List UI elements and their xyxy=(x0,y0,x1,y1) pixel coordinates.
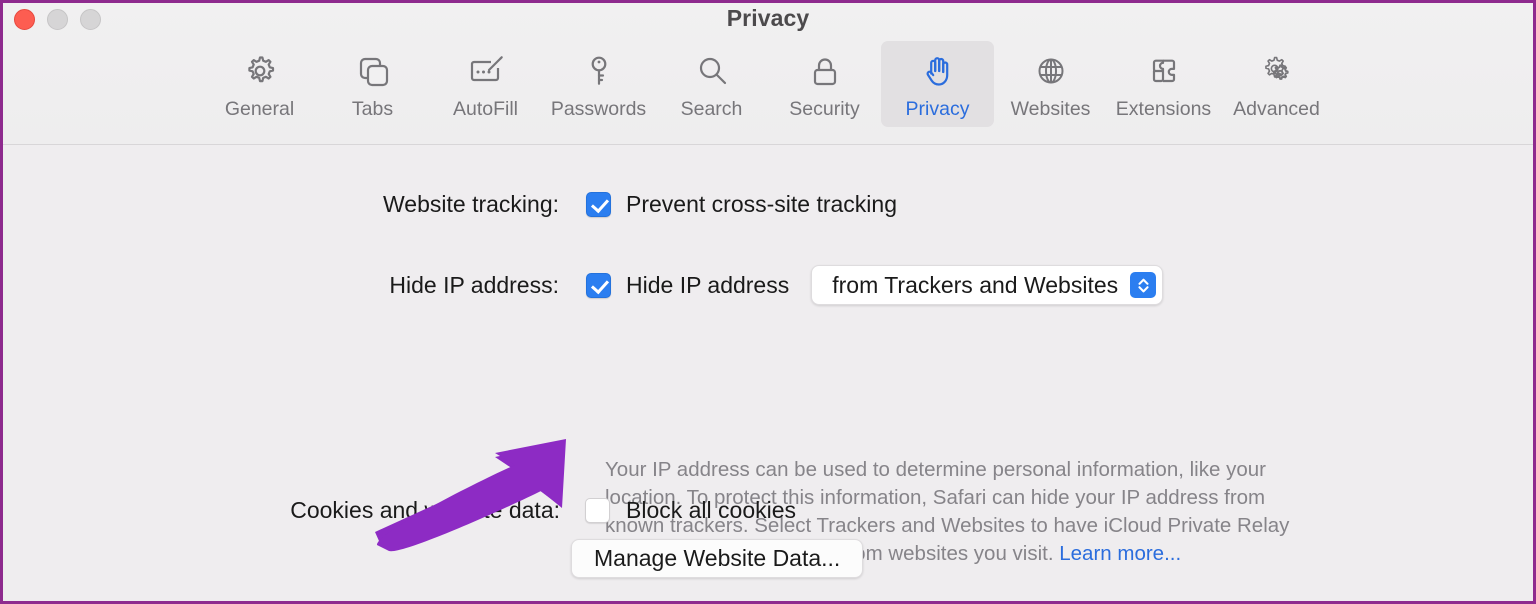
autofill-icon xyxy=(465,50,507,92)
toolbar-item-label: Extensions xyxy=(1115,98,1212,120)
website-tracking-label: Website tracking: xyxy=(383,191,559,217)
toolbar-item-label: Websites xyxy=(1010,98,1091,120)
toolbar-item-advanced[interactable]: Advanced xyxy=(1220,41,1333,127)
window-title: Privacy xyxy=(726,5,810,31)
manage-website-data-button[interactable]: Manage Website Data... xyxy=(571,539,864,578)
window-titlebar: Privacy General Tabs AutoFill Passwords … xyxy=(3,3,1533,145)
toolbar-item-label: Privacy xyxy=(905,98,970,120)
toolbar-item-label: Security xyxy=(789,98,860,120)
chevron-up-down-icon xyxy=(1130,272,1157,298)
toolbar-item-privacy[interactable]: Privacy xyxy=(881,41,994,127)
toolbar-item-label: Search xyxy=(680,98,743,120)
key-icon xyxy=(578,50,620,92)
hide-ip-checkbox[interactable] xyxy=(586,272,611,298)
gears-icon xyxy=(1256,50,1298,92)
website-tracking-row: Website tracking: Prevent cross-site tra… xyxy=(343,191,897,218)
prevent-cross-site-tracking-label[interactable]: Prevent cross-site tracking xyxy=(626,191,897,218)
hide-ip-address-label: Hide IP address: xyxy=(389,271,559,298)
manage-website-data-row: Manage Website Data... xyxy=(571,539,864,578)
block-all-cookies-label[interactable]: Block all cookies xyxy=(626,497,796,524)
magnifier-icon xyxy=(691,50,733,92)
toolbar-item-label: Tabs xyxy=(351,98,394,120)
toolbar-item-label: General xyxy=(224,98,295,120)
globe-icon xyxy=(1030,50,1072,92)
block-all-cookies-checkbox[interactable] xyxy=(585,498,610,523)
tabs-icon xyxy=(352,50,394,92)
hide-ip-address-row: Hide IP address: Hide IP address from Tr… xyxy=(355,265,1164,305)
prevent-cross-site-tracking-checkbox[interactable] xyxy=(586,192,611,217)
toolbar-item-passwords[interactable]: Passwords xyxy=(542,41,655,127)
toolbar-item-label: AutoFill xyxy=(452,98,519,120)
annotation-arrow xyxy=(375,439,566,552)
hide-ip-checkbox-label[interactable]: Hide IP address xyxy=(626,272,789,299)
preferences-toolbar: General Tabs AutoFill Passwords Search S… xyxy=(3,41,1533,127)
puzzle-icon xyxy=(1143,50,1185,92)
preferences-window: Privacy General Tabs AutoFill Passwords … xyxy=(0,0,1536,604)
toolbar-item-label: Advanced xyxy=(1233,98,1320,120)
toolbar-item-tabs[interactable]: Tabs xyxy=(316,41,429,127)
learn-more-link[interactable]: Learn more... xyxy=(1059,542,1181,565)
hide-ip-scope-popup-button[interactable]: from Trackers and Websites xyxy=(811,265,1164,305)
toolbar-item-security[interactable]: Security xyxy=(768,41,881,127)
toolbar-item-label: Passwords xyxy=(550,98,647,120)
toolbar-item-extensions[interactable]: Extensions xyxy=(1107,41,1220,127)
toolbar-item-autofill[interactable]: AutoFill xyxy=(429,41,542,127)
cookies-row: Cookies and website data: Block all cook… xyxy=(236,497,796,524)
hand-icon xyxy=(917,50,959,92)
toolbar-item-search[interactable]: Search xyxy=(655,41,768,127)
toolbar-item-websites[interactable]: Websites xyxy=(994,41,1107,127)
toolbar-item-general[interactable]: General xyxy=(203,41,316,127)
privacy-settings-pane: Website tracking: Prevent cross-site tra… xyxy=(3,145,1533,600)
lock-icon xyxy=(804,50,846,92)
gear-icon xyxy=(239,50,281,92)
cookies-label: Cookies and website data: xyxy=(290,497,560,523)
hide-ip-scope-value: from Trackers and Websites xyxy=(832,271,1119,298)
